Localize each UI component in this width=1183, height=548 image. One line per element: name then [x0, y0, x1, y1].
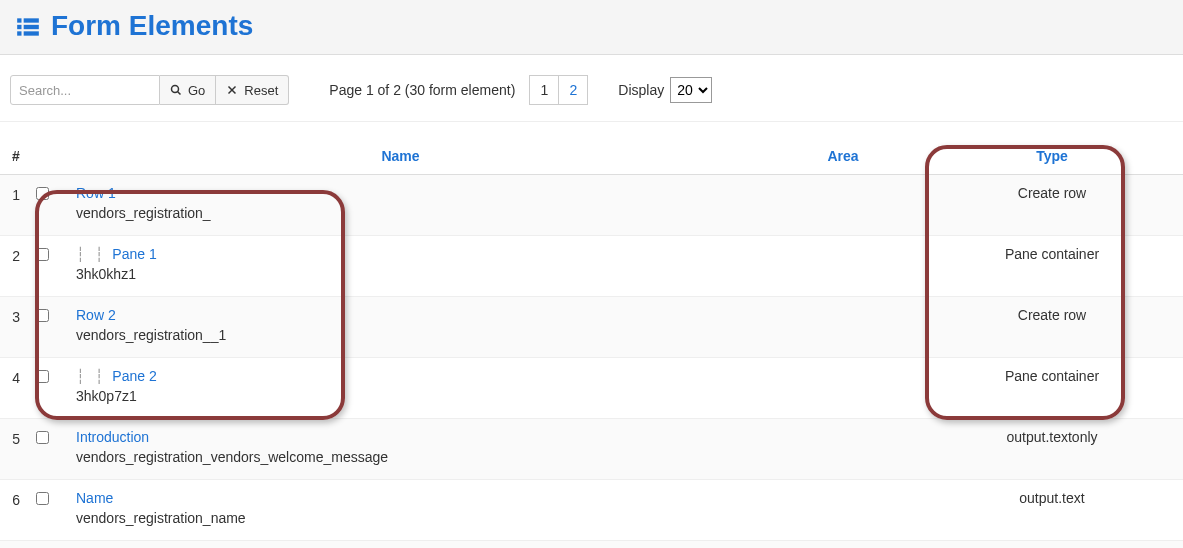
row-area [733, 358, 953, 419]
table-row: 3 Row 2 vendors_registration__1 Create row [0, 297, 1183, 358]
svg-rect-4 [17, 32, 21, 36]
row-subtitle: 3hk0p7z1 [76, 388, 725, 404]
table-row: 1 Row 1 vendors_registration_ Create row [0, 175, 1183, 236]
row-area [733, 480, 953, 541]
row-checkbox[interactable] [36, 492, 49, 505]
column-checkbox [28, 138, 68, 175]
row-type: Pane container [953, 358, 1183, 419]
go-button-label: Go [188, 83, 205, 98]
row-subtitle: 3hk0khz1 [76, 266, 725, 282]
column-number: # [0, 138, 28, 175]
svg-line-7 [178, 92, 181, 95]
list-icon [15, 12, 41, 41]
row-checkbox-cell [28, 236, 68, 297]
table-row: 6 Name vendors_registration_name output.tex… [0, 480, 1183, 541]
svg-rect-1 [24, 19, 39, 23]
search-input[interactable] [10, 75, 160, 105]
row-name-cell: Username [68, 541, 733, 549]
row-title-link[interactable]: Pane 2 [112, 368, 156, 384]
page-title: Form Elements [51, 10, 253, 42]
svg-rect-0 [17, 19, 21, 23]
search-group: Go Reset [10, 75, 289, 105]
row-title-link[interactable]: Introduction [76, 429, 149, 445]
row-name-cell: Row 1 vendors_registration_ [68, 175, 733, 236]
page-1-button[interactable]: 1 [529, 75, 559, 105]
row-subtitle: vendors_registration_name [76, 510, 725, 526]
row-checkbox[interactable] [36, 431, 49, 444]
page-2-button[interactable]: 2 [558, 75, 588, 105]
row-checkbox-cell [28, 541, 68, 549]
row-checkbox-cell [28, 358, 68, 419]
svg-rect-5 [24, 32, 39, 36]
display-label: Display [618, 82, 664, 98]
row-title-link[interactable]: Name [76, 490, 113, 506]
row-checkbox[interactable] [36, 370, 49, 383]
row-area [733, 236, 953, 297]
reset-button-label: Reset [244, 83, 278, 98]
table-row: 5 Introduction vendors_registration_vendor… [0, 419, 1183, 480]
row-checkbox-cell [28, 419, 68, 480]
toolbar: Go Reset Page 1 of 2 (30 form element) 1… [0, 55, 1183, 122]
row-title-link[interactable]: Row 1 [76, 185, 116, 201]
row-checkbox[interactable] [36, 248, 49, 261]
row-type: output.text [953, 480, 1183, 541]
row-name-cell: Name vendors_registration_name [68, 480, 733, 541]
go-button[interactable]: Go [160, 75, 216, 105]
row-checkbox-cell [28, 175, 68, 236]
column-type[interactable]: Type [953, 138, 1183, 175]
svg-rect-3 [24, 25, 39, 29]
row-type: Create row [953, 175, 1183, 236]
row-number: 7 [0, 541, 28, 549]
row-name-cell: ┆ ┆ Pane 2 3hk0p7z1 [68, 358, 733, 419]
row-name-cell: Row 2 vendors_registration__1 [68, 297, 733, 358]
row-number: 3 [0, 297, 28, 358]
row-number: 5 [0, 419, 28, 480]
table-row: 7 Username [0, 541, 1183, 549]
row-checkbox-cell [28, 480, 68, 541]
row-checkbox[interactable] [36, 309, 49, 322]
form-elements-table: # Name Area Type 1 Row 1 vendors_registrat… [0, 138, 1183, 548]
row-name-cell: ┆ ┆ Pane 1 3hk0khz1 [68, 236, 733, 297]
row-number: 1 [0, 175, 28, 236]
svg-point-6 [172, 86, 179, 93]
row-subtitle: vendors_registration_vendors_welcome_mes… [76, 449, 725, 465]
column-name[interactable]: Name [68, 138, 733, 175]
reset-button[interactable]: Reset [216, 75, 289, 105]
row-type: Pane container [953, 236, 1183, 297]
row-area [733, 541, 953, 549]
row-type [953, 541, 1183, 549]
row-title-link[interactable]: Row 2 [76, 307, 116, 323]
pager-info: Page 1 of 2 (30 form element) [329, 82, 515, 98]
row-type: Create row [953, 297, 1183, 358]
row-number: 2 [0, 236, 28, 297]
display-select[interactable]: 20 [670, 77, 712, 103]
row-checkbox-cell [28, 297, 68, 358]
search-icon [170, 84, 182, 96]
table-row: 4 ┆ ┆ Pane 2 3hk0p7z1 Pane container [0, 358, 1183, 419]
row-subtitle: vendors_registration_ [76, 205, 725, 221]
svg-rect-2 [17, 25, 21, 29]
drag-handle-icon[interactable]: ┆ ┆ [76, 368, 104, 384]
row-number: 6 [0, 480, 28, 541]
row-type: output.textonly [953, 419, 1183, 480]
page-header: Form Elements [0, 0, 1183, 55]
row-area [733, 419, 953, 480]
row-area [733, 297, 953, 358]
row-name-cell: Introduction vendors_registration_vendors… [68, 419, 733, 480]
table-row: 2 ┆ ┆ Pane 1 3hk0khz1 Pane container [0, 236, 1183, 297]
row-title-link[interactable]: Pane 1 [112, 246, 156, 262]
row-number: 4 [0, 358, 28, 419]
row-subtitle: vendors_registration__1 [76, 327, 725, 343]
row-area [733, 175, 953, 236]
column-area[interactable]: Area [733, 138, 953, 175]
row-checkbox[interactable] [36, 187, 49, 200]
drag-handle-icon[interactable]: ┆ ┆ [76, 246, 104, 262]
close-icon [226, 84, 238, 96]
